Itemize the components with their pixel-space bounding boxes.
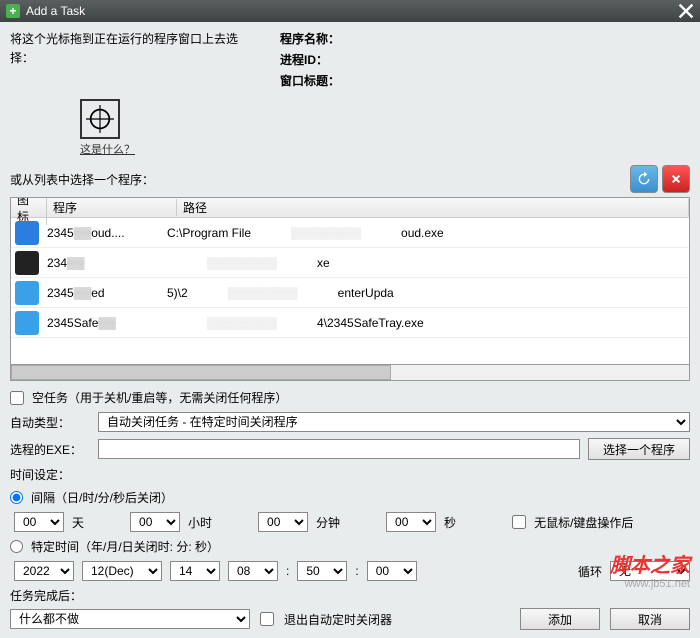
app-icon — [15, 311, 39, 335]
hours-select[interactable]: 00 — [130, 512, 180, 532]
path-cell: C:\Program File▓▓▓▓▓▓▓▓oud.exe — [167, 226, 685, 240]
interval-label: 间隔（日/时/分/秒后关闭） — [31, 489, 173, 506]
mins-select[interactable]: 00 — [258, 512, 308, 532]
add-button[interactable]: 添加 — [520, 608, 600, 630]
days-unit: 天 — [72, 514, 84, 531]
window-title-label: 窗口标题： — [280, 72, 690, 89]
secs-select[interactable]: 00 — [386, 512, 436, 532]
program-name-label: 程序名称： — [280, 30, 690, 47]
prog-cell: 2345▓▓oud.... — [47, 226, 167, 240]
titlebar: + Add a Task — [0, 0, 700, 22]
secs-unit: 秒 — [444, 514, 456, 531]
interval-radio[interactable] — [10, 491, 23, 504]
app-icon — [15, 221, 39, 245]
table-row[interactable]: 2345Safe▓▓ ▓▓▓▓▓▓▓▓4\2345SafeTray.exe — [11, 308, 689, 338]
specific-radio[interactable] — [10, 540, 23, 553]
program-table: 图标 程序 路径 2345▓▓oud.... C:\Program File▓▓… — [10, 197, 690, 365]
hour-select[interactable]: 08 — [228, 561, 278, 581]
table-row[interactable]: 2345▓▓ed 5)\2▓▓▓▓▓▓▓▓enterUpda — [11, 278, 689, 308]
list-header: 或从列表中选择一个程序： — [10, 171, 626, 188]
app-icon: + — [6, 4, 20, 18]
timeset-label: 时间设定： — [10, 466, 690, 483]
no-input-label: 无鼠标/键盘操作后 — [534, 514, 633, 531]
exe-input[interactable] — [98, 439, 580, 459]
year-select[interactable]: 2022 — [14, 561, 74, 581]
horizontal-scrollbar[interactable] — [10, 365, 690, 381]
crosshair-dragger[interactable] — [80, 99, 120, 139]
cancel-button[interactable]: 取消 — [610, 608, 690, 630]
table-header: 图标 程序 路径 — [11, 198, 689, 218]
close-button[interactable] — [678, 3, 694, 19]
days-select[interactable]: 00 — [14, 512, 64, 532]
process-id-label: 进程ID： — [280, 51, 690, 68]
loop-select[interactable]: 无 — [610, 561, 690, 581]
app-icon — [15, 281, 39, 305]
min-select[interactable]: 50 — [297, 561, 347, 581]
choose-program-button[interactable]: 选择一个程序 — [588, 438, 690, 460]
drag-instruction: 将这个光标拖到正在运行的程序窗口上去选择： — [10, 30, 260, 93]
month-select[interactable]: 12(Dec) — [82, 561, 162, 581]
path-cell: ▓▓▓▓▓▓▓▓4\2345SafeTray.exe — [167, 316, 685, 330]
loop-label: 循环 — [578, 563, 602, 580]
path-cell: 5)\2▓▓▓▓▓▓▓▓enterUpda — [167, 286, 685, 300]
empty-task-label: 空任务（用于关机/重启等，无需关闭任何程序） — [32, 389, 287, 406]
what-is-this-link[interactable]: 这是什么？ — [80, 144, 135, 156]
exit-checkbox[interactable] — [260, 612, 274, 626]
specific-label: 特定时间（年/月/日关闭时: 分: 秒） — [31, 538, 219, 555]
prog-cell: 2345▓▓ed — [47, 286, 167, 300]
app-icon — [15, 251, 39, 275]
path-cell: ▓▓▓▓▓▓▓▓xe — [167, 256, 685, 270]
table-row[interactable]: 2345▓▓oud.... C:\Program File▓▓▓▓▓▓▓▓oud… — [11, 218, 689, 248]
table-row[interactable]: 234▓▓ ▓▓▓▓▓▓▓▓xe — [11, 248, 689, 278]
no-input-checkbox[interactable] — [512, 515, 526, 529]
prog-cell: 2345Safe▓▓ — [47, 316, 167, 330]
exit-label: 退出自动定时关闭器 — [284, 611, 392, 628]
col-path[interactable]: 路径 — [177, 199, 689, 216]
empty-task-checkbox[interactable] — [10, 391, 24, 405]
col-program[interactable]: 程序 — [47, 199, 177, 216]
hours-unit: 小时 — [188, 514, 212, 531]
sec-select[interactable]: 00 — [367, 561, 417, 581]
autotype-select[interactable]: 自动关闭任务 - 在特定时间关闭程序 — [98, 412, 690, 432]
delete-button[interactable] — [662, 165, 690, 193]
autotype-label: 自动类型： — [10, 414, 90, 431]
mins-unit: 分钟 — [316, 514, 340, 531]
day-select[interactable]: 14 — [170, 561, 220, 581]
refresh-button[interactable] — [630, 165, 658, 193]
exe-label: 选程的EXE： — [10, 441, 90, 458]
window-title: Add a Task — [26, 4, 85, 18]
prog-cell: 234▓▓ — [47, 256, 167, 270]
after-select[interactable]: 什么都不做 — [10, 609, 250, 629]
